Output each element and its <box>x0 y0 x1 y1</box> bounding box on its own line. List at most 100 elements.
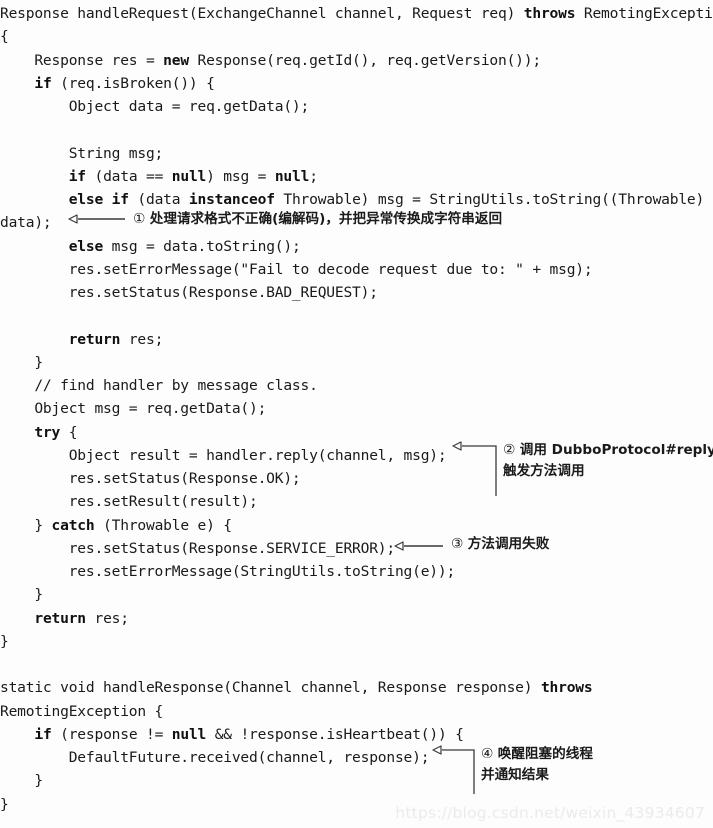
code-line: DefaultFuture.received(channel, response… <box>0 746 713 770</box>
code-text: DefaultFuture.received(channel, response… <box>0 749 430 766</box>
code-text: ) msg = <box>206 168 275 185</box>
annotation-marker: ④ <box>481 746 498 762</box>
code-text: res.setErrorMessage("Fail to decode requ… <box>0 261 593 278</box>
code-keyword: if <box>34 726 52 743</box>
csdn-watermark: https://blog.csdn.net/weixin_43934607 <box>395 804 705 822</box>
code-text: Object data = req.getData(); <box>0 98 310 115</box>
code-text: static void handleResponse(Channel chann… <box>0 679 541 696</box>
annotation-marker: ① <box>133 211 150 227</box>
code-text: res; <box>120 331 164 348</box>
code-text: res.setErrorMessage(StringUtils.toString… <box>0 563 456 580</box>
code-text: res.setStatus(Response.OK); <box>0 470 301 487</box>
code-line: String msg; <box>0 142 713 166</box>
code-keyword: throws <box>523 5 576 22</box>
code-line: res.setErrorMessage(StringUtils.toString… <box>0 560 713 584</box>
annotation-callout: ③ 方法调用失败 <box>451 534 549 555</box>
annotation-callout: ④ 唤醒阻塞的线程 并通知结果 <box>481 744 593 786</box>
code-text: (req.isBroken()) { <box>51 75 215 92</box>
code-text: Throwable) msg = StringUtils.toString((T… <box>274 191 705 208</box>
code-keyword: try <box>34 424 61 441</box>
code-line: } catch (Throwable e) { <box>0 514 713 538</box>
code-text: RemotingException <box>583 5 713 22</box>
annotation-text-line: ④ 唤醒阻塞的线程 <box>481 744 593 765</box>
code-line: if (req.isBroken()) { <box>0 72 713 96</box>
code-keyword: else <box>68 238 104 255</box>
code-text: res.setStatus(Response.SERVICE_ERROR); <box>0 540 395 557</box>
code-keyword: instanceof <box>188 191 275 208</box>
code-text: Response handleRequest(ExchangeChannel c… <box>0 5 524 22</box>
code-line: res.setStatus(Response.SERVICE_ERROR); <box>0 537 713 561</box>
code-line: } <box>0 583 713 607</box>
code-line: res.setResult(result); <box>0 490 713 514</box>
code-line: { <box>0 25 713 49</box>
annotation-text-line: 并通知结果 <box>481 765 593 786</box>
annotation-text-line: ③ 方法调用失败 <box>451 534 549 555</box>
code-line: else msg = data.toString(); <box>0 235 713 259</box>
code-line: res.setStatus(Response.BAD_REQUEST); <box>0 281 713 305</box>
code-keyword: catch <box>51 517 95 534</box>
code-line: if (response != null && !response.isHear… <box>0 723 713 747</box>
code-line: } <box>0 351 713 375</box>
code-text: { <box>60 424 78 441</box>
code-line: Response res = new Response(req.getId(),… <box>0 49 713 73</box>
annotation-callout: ② 调用 DubboProtocol#reply, 触发方法调用 <box>503 440 713 482</box>
code-text: RemotingException { <box>0 703 164 720</box>
code-keyword: null <box>171 168 207 185</box>
code-text: && !response.isHeartbeat()) { <box>206 726 464 743</box>
code-text: data); <box>0 214 52 231</box>
code-text: res.setStatus(Response.BAD_REQUEST); <box>0 284 378 301</box>
annotation-marker: ② <box>503 442 520 458</box>
annotation-text-line: ② 调用 DubboProtocol#reply, <box>503 440 713 461</box>
code-text: } <box>0 517 52 534</box>
code-keyword: return <box>34 610 86 627</box>
code-keyword: else if <box>68 191 129 208</box>
code-keyword: null <box>274 168 310 185</box>
code-text: Object msg = req.getData(); <box>0 400 267 417</box>
code-text: { <box>0 28 9 45</box>
code-text: // find handler by message class. <box>0 377 318 394</box>
code-text: } <box>0 796 9 813</box>
code-line: RemotingException { <box>0 700 713 724</box>
code-line: } <box>0 630 713 654</box>
code-keyword: new <box>163 52 189 69</box>
left-arrow-bracket-icon <box>452 440 498 498</box>
code-line: Object data = req.getData(); <box>0 95 713 119</box>
code-keyword: return <box>68 331 121 348</box>
code-line: if (data == null) msg = null; <box>0 165 713 189</box>
code-keyword: if <box>68 168 86 185</box>
code-text: msg = data.toString(); <box>103 238 301 255</box>
annotation-label: 方法调用失败 <box>467 536 550 552</box>
code-keyword: if <box>34 75 52 92</box>
code-text: String msg; <box>0 145 164 162</box>
code-line: Response handleRequest(ExchangeChannel c… <box>0 2 713 26</box>
left-arrow-icon <box>68 213 126 225</box>
code-text: res.setResult(result); <box>0 493 258 510</box>
code-text: Object result = handler.reply(channel, m… <box>0 447 447 464</box>
code-line: else if (data instanceof Throwable) msg … <box>0 188 713 212</box>
code-text: } <box>0 772 43 789</box>
annotation-label: 唤醒阻塞的线程 <box>497 746 593 762</box>
code-text: (data <box>128 191 189 208</box>
annotation-label: 触发方法调用 <box>503 463 585 479</box>
annotation-text-line: ① 处理请求格式不正确(编解码)，并把异常传换成字符串返回 <box>133 209 502 230</box>
code-line: res.setErrorMessage("Fail to decode requ… <box>0 258 713 282</box>
code-text: (Throwable e) { <box>94 517 232 534</box>
code-line: static void handleResponse(Channel chann… <box>0 676 713 700</box>
annotation-label: 调用 DubboProtocol#reply, <box>519 442 713 458</box>
code-line: return res; <box>0 328 713 352</box>
code-text: } <box>0 633 9 650</box>
left-arrow-bracket-icon <box>432 744 476 796</box>
code-text: (data == <box>85 168 172 185</box>
code-text: Response res = <box>0 52 164 69</box>
code-line: Object msg = req.getData(); <box>0 397 713 421</box>
